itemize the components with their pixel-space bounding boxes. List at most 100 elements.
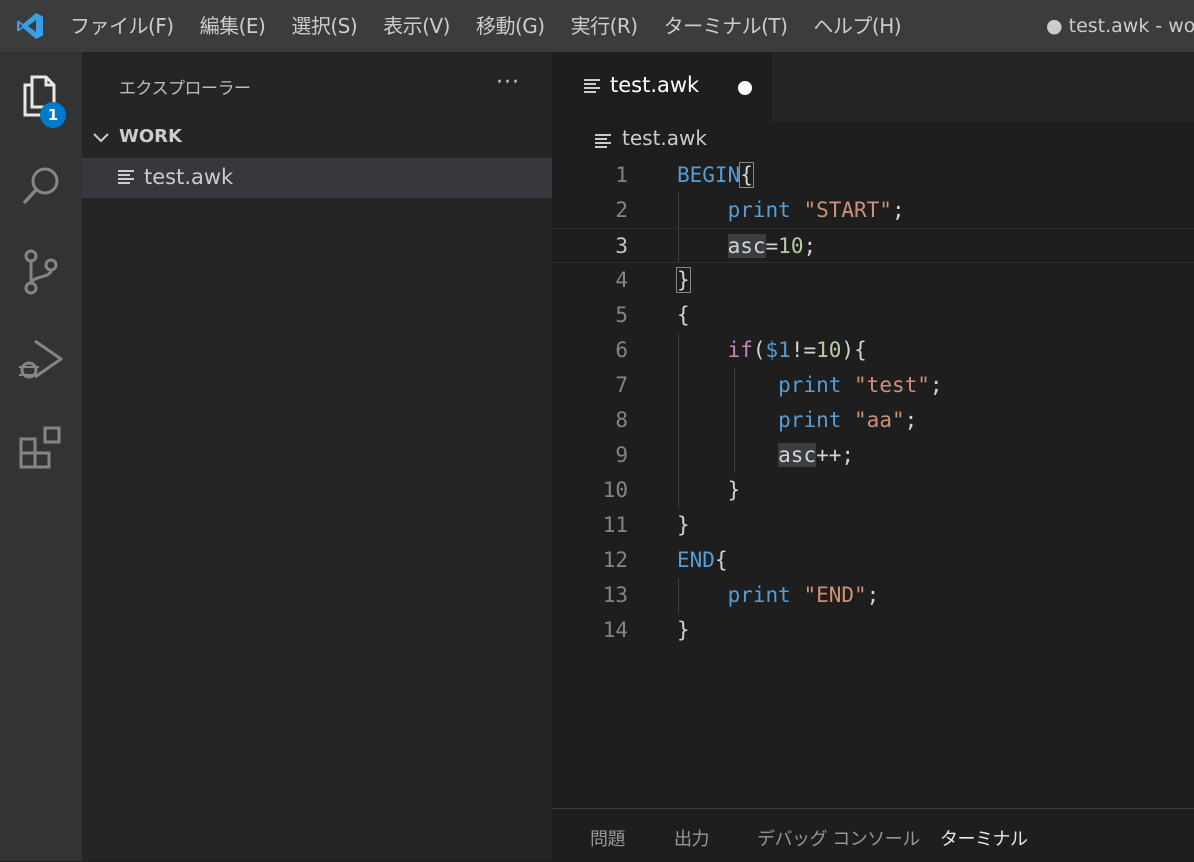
line-number: 9	[615, 443, 628, 467]
explorer-header: エクスプローラー ···	[82, 52, 552, 120]
keyword-begin: BEGIN	[677, 163, 741, 187]
menu-help[interactable]: ヘルプ(H)	[800, 0, 914, 52]
menu-view[interactable]: 表示(V)	[370, 0, 463, 52]
field-variable: $1	[765, 338, 791, 362]
run-debug-activity-button[interactable]	[0, 320, 82, 400]
code-line[interactable]: 5 {	[552, 298, 1194, 333]
extensions-activity-button[interactable]	[0, 408, 82, 488]
bottom-panel: 問題 出力 デバッグ コンソール ターミナル	[552, 808, 1194, 862]
chevron-down-icon	[93, 133, 109, 143]
menu-go[interactable]: 移動(G)	[463, 0, 558, 52]
brace: {	[739, 162, 754, 188]
text-file-icon	[595, 134, 611, 148]
source-control-activity-button[interactable]	[0, 232, 82, 312]
print-keyword: print	[727, 198, 791, 222]
explorer-activity-button[interactable]: 1	[0, 56, 82, 136]
menu-edit[interactable]: 編集(E)	[187, 0, 279, 52]
line-number: 10	[602, 478, 628, 502]
line-number: 8	[615, 408, 628, 432]
code-line-current[interactable]: 3 asc=10;	[552, 228, 1194, 263]
print-keyword: print	[727, 583, 791, 607]
menu-bar: ファイル(F) 編集(E) 選択(S) 表示(V) 移動(G) 実行(R) ター…	[60, 0, 914, 52]
explorer-badge: 1	[40, 102, 66, 128]
workspace-folder-row[interactable]: WORK	[82, 120, 552, 156]
menu-file[interactable]: ファイル(F)	[60, 0, 187, 52]
number-literal: 10	[816, 338, 842, 362]
brace: }	[727, 478, 741, 502]
print-keyword: print	[778, 408, 842, 432]
panel-tab-terminal[interactable]: ターミナル	[940, 825, 1028, 851]
number-literal: 10	[778, 234, 804, 258]
brace: }	[677, 513, 690, 537]
code-line[interactable]: 7 print "test";	[552, 368, 1194, 403]
breadcrumb-file[interactable]: test.awk	[622, 126, 707, 150]
editor-tab-test-awk[interactable]: test.awk	[552, 52, 772, 122]
operator: !=	[790, 338, 817, 362]
search-activity-button[interactable]	[0, 146, 82, 226]
activity-bar: 1	[0, 52, 82, 861]
semicolon: ;	[929, 373, 943, 397]
file-item-label: test.awk	[144, 165, 234, 189]
code-line[interactable]: 9 asc++;	[552, 438, 1194, 473]
menu-run[interactable]: 実行(R)	[558, 0, 651, 52]
string-literal: "START"	[803, 198, 892, 222]
code-line[interactable]: 4 }	[552, 263, 1194, 298]
more-actions-button[interactable]: ···	[496, 70, 520, 95]
string-literal: "END"	[803, 583, 867, 607]
line-number: 2	[615, 198, 628, 222]
code-line[interactable]: 13 print "END";	[552, 578, 1194, 613]
run-debug-icon	[19, 339, 63, 379]
line-number: 1	[615, 163, 628, 187]
paren-brace: ){	[841, 338, 867, 362]
code-line[interactable]: 2 print "START";	[552, 193, 1194, 228]
line-number: 6	[615, 338, 628, 362]
panel-tab-problems[interactable]: 問題	[590, 825, 626, 851]
line-number: 3	[615, 234, 628, 258]
code-line[interactable]: 1 BEGIN{	[552, 158, 1194, 193]
code-line[interactable]: 12 END{	[552, 543, 1194, 578]
panel-tab-debug-console[interactable]: デバッグ コンソール	[757, 825, 920, 851]
code-line[interactable]: 10 }	[552, 473, 1194, 508]
code-line[interactable]: 8 print "aa";	[552, 403, 1194, 438]
workspace-folder-label: WORK	[119, 126, 182, 147]
line-number: 5	[615, 303, 628, 327]
line-number: 14	[602, 618, 628, 642]
semicolon: ;	[904, 408, 918, 432]
source-control-icon	[24, 249, 58, 295]
semicolon: ;	[891, 198, 905, 222]
panel-tab-output[interactable]: 出力	[674, 825, 710, 851]
text-file-icon	[118, 170, 134, 184]
extensions-icon	[19, 426, 61, 469]
brace: {	[677, 303, 690, 327]
vscode-logo-icon	[0, 0, 60, 52]
menu-terminal[interactable]: ターミナル(T)	[651, 0, 801, 52]
semicolon: ;	[803, 234, 817, 258]
menu-selection[interactable]: 選択(S)	[278, 0, 370, 52]
brace: {	[714, 548, 728, 572]
file-item-test-awk[interactable]: test.awk	[82, 158, 552, 198]
variable: asc	[778, 443, 817, 467]
string-literal: "test"	[854, 373, 930, 397]
line-number: 11	[602, 513, 628, 537]
unsaved-dot-icon[interactable]	[738, 81, 752, 95]
line-number: 12	[602, 548, 628, 572]
operator: =	[765, 234, 779, 258]
paren: (	[752, 338, 766, 362]
editor-tab-bar: test.awk	[552, 52, 1194, 122]
operator: ++;	[816, 443, 855, 467]
code-line[interactable]: 14 }	[552, 613, 1194, 648]
tab-label: test.awk	[610, 73, 700, 97]
line-number: 4	[615, 268, 628, 292]
title-bar: ファイル(F) 編集(E) 選択(S) 表示(V) 移動(G) 実行(R) ター…	[0, 0, 1194, 52]
search-icon	[22, 167, 59, 205]
semicolon: ;	[866, 583, 880, 607]
line-number: 7	[615, 373, 628, 397]
code-line[interactable]: 11 }	[552, 508, 1194, 543]
line-number: 13	[602, 583, 628, 607]
window-title: ● test.awk - wo	[1046, 15, 1194, 37]
brace: }	[677, 618, 690, 642]
code-line[interactable]: 6 if($1!=10){	[552, 333, 1194, 368]
text-file-icon	[584, 79, 600, 93]
code-editor[interactable]: 1 BEGIN{ 2 print "START"; 3 asc=10; 4 } …	[552, 158, 1194, 808]
string-literal: "aa"	[854, 408, 905, 432]
